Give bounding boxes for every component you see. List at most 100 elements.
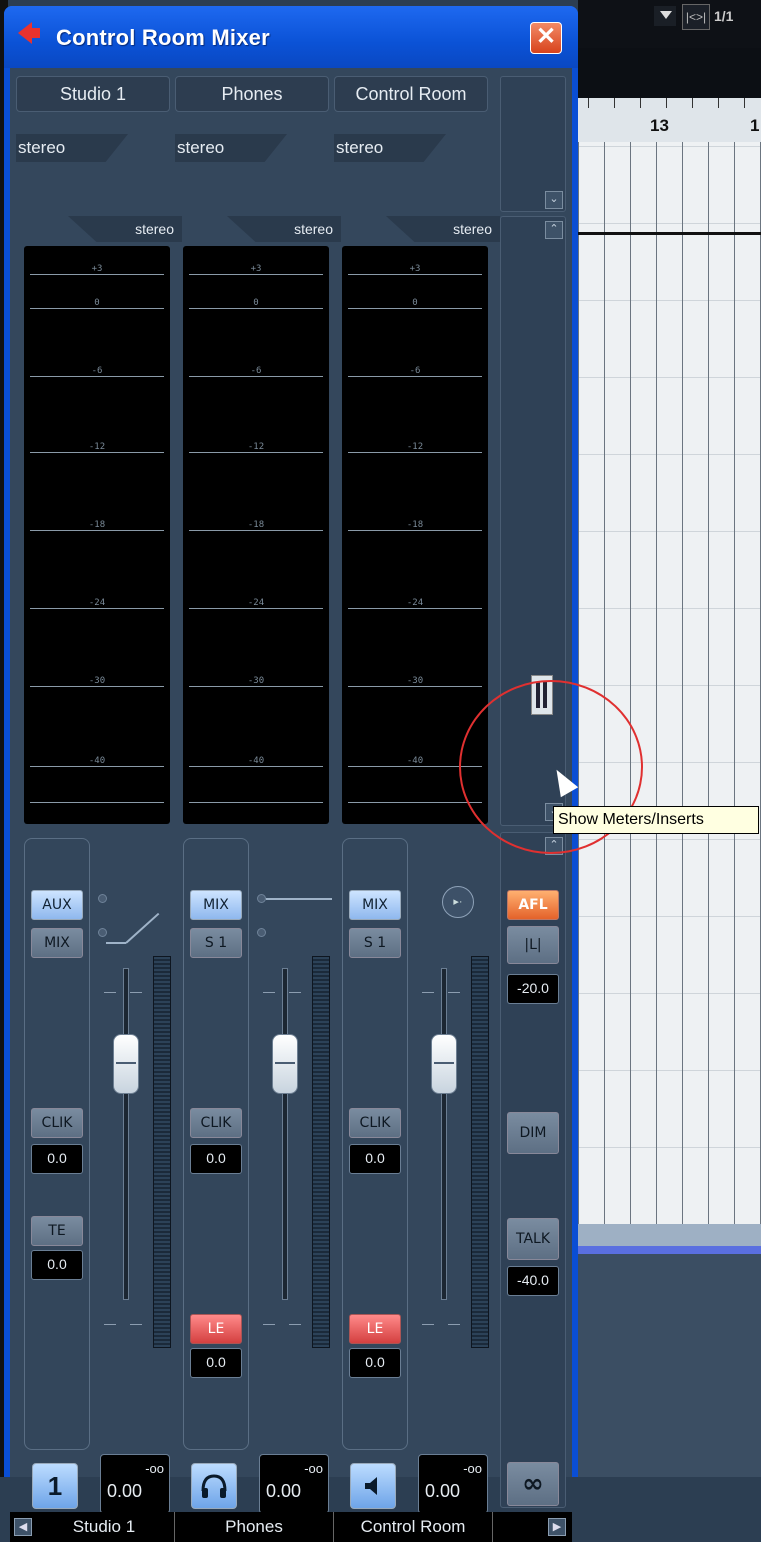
close-button[interactable]: ✕ (530, 22, 562, 54)
s1-button-control-room[interactable]: S 1 (349, 928, 401, 958)
te-button[interactable]: TE (31, 1216, 83, 1246)
link-icon[interactable]: ∞ (507, 1462, 559, 1506)
afl-level[interactable]: -20.0 (507, 974, 559, 1004)
fader-meter-control-room (471, 956, 489, 1348)
speaker-icon[interactable] (350, 1463, 396, 1509)
meter-scale-label: -6 (91, 366, 103, 376)
scale-mark (263, 1324, 275, 1325)
meter-scale-line (30, 608, 164, 609)
clik-level-phones[interactable]: 0.0 (190, 1144, 242, 1174)
s1-button-phones[interactable]: S 1 (190, 928, 242, 958)
route-dot (257, 928, 266, 937)
ruler-tick (744, 98, 745, 108)
meter-scale-label: 0 (94, 298, 100, 308)
channel-name-studio1[interactable]: Studio 1 (16, 76, 170, 112)
clik-button-control-room[interactable]: CLIK (349, 1108, 401, 1138)
le-level-phones[interactable]: 0.0 (190, 1348, 242, 1378)
arrange-grid[interactable] (578, 142, 761, 1224)
channel-format-control-room[interactable]: stereo (334, 134, 446, 162)
fader-handle-studio1[interactable] (113, 1034, 139, 1094)
volume-value: 0.00 (107, 1481, 143, 1501)
clik-level-studio1[interactable]: 0.0 (31, 1144, 83, 1174)
arrange-track-divider (578, 232, 761, 235)
fader-meter-studio1 (153, 956, 171, 1348)
volume-value: 0.00 (425, 1481, 461, 1501)
tooltip: Show Meters/Inserts (553, 806, 759, 834)
fader-handle-control-room[interactable] (431, 1034, 457, 1094)
dim-button[interactable]: DIM (507, 1112, 559, 1154)
ruler-tick (666, 98, 667, 108)
le-button-control-room[interactable]: LE (349, 1314, 401, 1344)
meter-scale-label: -24 (88, 598, 106, 608)
mix-button[interactable]: MIX (31, 928, 83, 958)
bottom-label-phones[interactable]: Phones (175, 1512, 334, 1542)
volume-display-studio1[interactable]: -oo 0.00 (100, 1454, 170, 1514)
clik-level-control-room[interactable]: 0.0 (349, 1144, 401, 1174)
channel-format-studio1[interactable]: stereo (16, 134, 128, 162)
mono-button[interactable]: |L| (507, 926, 559, 964)
volume-display-phones[interactable]: -oo 0.00 (259, 1454, 329, 1514)
scale-mark (263, 992, 275, 993)
scale-mark (422, 1324, 434, 1325)
meter-scale-line (348, 308, 482, 309)
scroll-right-icon[interactable]: ▶ (548, 1518, 566, 1536)
scale-mark (289, 992, 301, 993)
ruler-bar-number: 1 (750, 116, 760, 135)
channel-format-phones[interactable]: stereo (175, 134, 287, 162)
mix-button-phones[interactable]: MIX (190, 890, 242, 920)
meter-scale-label: -24 (406, 598, 424, 608)
talk-level[interactable]: -40.0 (507, 1266, 559, 1296)
snap-icon[interactable]: |<>| (682, 4, 710, 30)
ruler-bar-number: 13 (650, 116, 669, 135)
chevron-up-icon[interactable]: ⌃ (545, 221, 563, 239)
fader-track-control-room[interactable] (441, 968, 447, 1300)
title-bar[interactable]: Control Room Mixer ✕ (4, 6, 578, 68)
play-icon[interactable]: ▸· (442, 886, 474, 918)
ruler-tick (718, 98, 719, 108)
bottom-label-control-room[interactable]: Control Room (334, 1512, 493, 1542)
studio-number-button[interactable]: 1 (32, 1463, 78, 1509)
background-ruler-dark (578, 48, 761, 98)
volume-display-control-room[interactable]: -oo 0.00 (418, 1454, 488, 1514)
le-button-phones[interactable]: LE (190, 1314, 242, 1344)
mix-button-control-room[interactable]: MIX (349, 890, 401, 920)
meter-scale-label: -24 (247, 598, 265, 608)
meter-scale-label: +3 (409, 264, 421, 274)
scale-mark (130, 992, 142, 993)
meter-scale-label: -30 (88, 676, 106, 686)
headphones-icon[interactable] (191, 1463, 237, 1509)
chevron-down-icon[interactable]: ⌄ (545, 191, 563, 209)
fader-handle-phones[interactable] (272, 1034, 298, 1094)
meter-scale-line (30, 686, 164, 687)
fader-track-phones[interactable] (282, 968, 288, 1300)
meter-scale-line (348, 530, 482, 531)
meter-scale-line (348, 608, 482, 609)
clik-button-studio1[interactable]: CLIK (31, 1108, 83, 1138)
channel-name-phones[interactable]: Phones (175, 76, 329, 112)
meter-scale-line (189, 766, 323, 767)
afl-button[interactable]: AFL (507, 890, 559, 920)
aux-button[interactable]: AUX (31, 890, 83, 920)
talk-button[interactable]: TALK (507, 1218, 559, 1260)
quantize-label[interactable]: 1/1 (714, 4, 744, 28)
fader-meter-phones (312, 956, 330, 1348)
channel-name-control-room[interactable]: Control Room (334, 76, 488, 112)
meter-scale-label: 0 (412, 298, 418, 308)
te-level[interactable]: 0.0 (31, 1250, 83, 1280)
arrange-scrollbar[interactable] (578, 1224, 761, 1246)
ruler-tick (614, 98, 615, 108)
meter-scale-line (30, 376, 164, 377)
route-line (266, 898, 332, 900)
scroll-left-icon[interactable]: ◀ (14, 1518, 32, 1536)
le-level-control-room[interactable]: 0.0 (349, 1348, 401, 1378)
inserts-panel: ⌄ (500, 76, 566, 212)
scale-mark (130, 1324, 142, 1325)
meter-scale-line (348, 376, 482, 377)
meter-scale-label: -30 (247, 676, 265, 686)
bottom-label-studio1[interactable]: Studio 1 (34, 1512, 175, 1542)
meter-scale-line (348, 274, 482, 275)
meter-scale-label: -12 (247, 442, 265, 452)
meter-format-studio1: stereo (68, 216, 182, 242)
clik-button-phones[interactable]: CLIK (190, 1108, 242, 1138)
fader-track-studio1[interactable] (123, 968, 129, 1300)
